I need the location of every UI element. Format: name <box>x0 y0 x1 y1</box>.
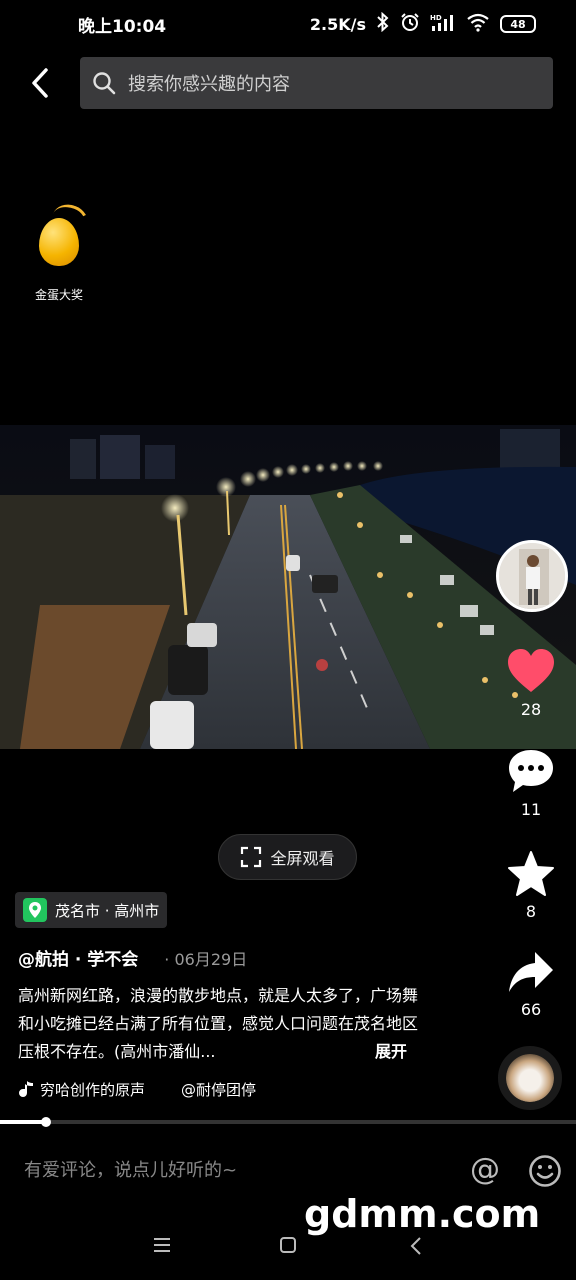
search-icon <box>93 72 116 95</box>
chevron-left-icon <box>32 68 48 98</box>
author-line: @航拍 · 学不会 · 06月29日 <box>18 945 248 971</box>
like-button[interactable]: 28 <box>496 648 566 719</box>
smiley-icon <box>529 1155 561 1187</box>
home-square-icon <box>280 1237 296 1253</box>
comment-button[interactable]: 11 <box>496 748 566 819</box>
comment-icon <box>509 750 553 792</box>
fullscreen-button[interactable]: 全屏观看 <box>218 834 357 880</box>
status-time: 晚上10:04 <box>78 16 167 37</box>
egg-reward-label: 金蛋大奖 <box>34 288 83 302</box>
video-player[interactable] <box>0 425 576 749</box>
wifi-icon <box>466 12 490 36</box>
favorite-button[interactable]: 8 <box>496 850 566 921</box>
share-count: 66 <box>520 1000 542 1019</box>
location-tag[interactable]: 茂名市 · 高州市 <box>15 892 168 928</box>
share-arrow-icon <box>509 952 553 992</box>
progress-knob[interactable] <box>41 1117 51 1127</box>
music-disc-cover <box>506 1054 554 1102</box>
post-date-value: 06月29日 <box>174 949 248 969</box>
back-button[interactable] <box>22 64 58 102</box>
star-icon <box>508 851 554 896</box>
author-avatar[interactable] <box>496 540 568 612</box>
status-icons: 2.5K/s HD 48 <box>309 11 536 36</box>
music-disc-button[interactable] <box>498 1046 562 1110</box>
svg-text:HD: HD <box>430 14 442 22</box>
battery-indicator: 48 <box>500 15 536 33</box>
heart-icon <box>508 649 554 692</box>
progress-fill <box>0 1120 46 1124</box>
video-progress-bar[interactable] <box>0 1117 576 1127</box>
favorite-count: 8 <box>525 902 537 921</box>
back-triangle-icon <box>410 1237 421 1255</box>
location-pin-icon <box>23 898 47 922</box>
egg-icon <box>39 218 79 266</box>
music-note-icon <box>19 1080 33 1097</box>
network-speed: 2.5K/s <box>309 14 366 34</box>
video-frame <box>0 425 576 749</box>
music-info[interactable]: 穷哈创作的原声 @耐停团停 <box>18 1079 288 1100</box>
menu-nav-button[interactable] <box>152 1236 172 1258</box>
expand-button[interactable]: 展开 <box>375 1038 407 1062</box>
status-bar: 晚上10:04 2.5K/s HD 48 <box>0 0 576 48</box>
fullscreen-label: 全屏观看 <box>270 849 335 868</box>
home-nav-button[interactable] <box>279 1236 297 1258</box>
location-label: 茂名市 · 高州市 <box>55 901 160 920</box>
avatar-image <box>499 543 565 609</box>
author-name[interactable]: @航拍 · 学不会 <box>18 945 138 970</box>
fullscreen-icon <box>241 846 262 868</box>
system-nav-bar <box>0 1220 576 1280</box>
bluetooth-icon <box>376 11 390 36</box>
music-creator: @耐停团停 <box>181 1081 257 1099</box>
emoji-button[interactable] <box>528 1154 562 1192</box>
back-nav-button[interactable] <box>408 1236 424 1260</box>
comment-count: 11 <box>520 800 542 819</box>
mention-button[interactable]: @ <box>470 1152 500 1187</box>
signal-icon: HD <box>430 12 456 36</box>
share-button[interactable]: 66 <box>496 950 566 1019</box>
post-date: · 06月29日 <box>164 949 248 969</box>
music-title: 穷哈创作的原声 <box>40 1081 146 1099</box>
like-count: 28 <box>520 700 542 719</box>
search-input[interactable]: 搜索你感兴趣的内容 <box>80 57 553 109</box>
alarm-icon <box>400 12 420 36</box>
menu-icon <box>154 1238 170 1252</box>
golden-egg-reward[interactable]: 金蛋大奖 <box>24 199 94 303</box>
comment-bar: @ <box>0 1140 576 1200</box>
post-description: 高州新网红路，浪漫的散步地点，就是人太多了，广场舞和小吃摊已经占满了所有位置，感… <box>18 986 419 1061</box>
search-placeholder: 搜索你感兴趣的内容 <box>128 74 290 95</box>
